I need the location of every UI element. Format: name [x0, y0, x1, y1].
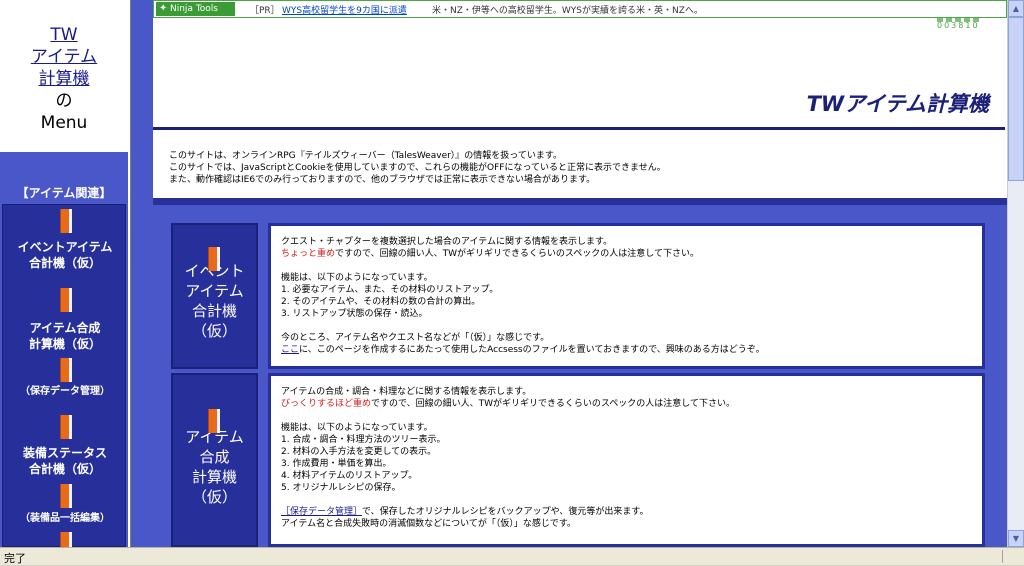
- menu-item-equipment-bulk-edit[interactable]: （装備品一括編集）: [3, 511, 127, 527]
- card-text: ですので、回線の細い人、TWがギリギリできるくらいのスペックの人は注意して下さい…: [371, 399, 735, 409]
- ad-description: 米・NZ・伊等への高校留学生。WYSが実績を誇る米・英・NZへ。: [432, 6, 703, 16]
- status-text: 完了: [4, 552, 26, 565]
- tool-card-item-synthesis: アイテム 合成 計算機 （仮） アイテムの合成・調合・料理などに関する情報を表示…: [171, 373, 988, 547]
- card-description: アイテムの合成・調合・料理などに関する情報を表示します。 びっくりするほど重めで…: [268, 373, 985, 547]
- page-header: ✦ Ninja Tools ［PR］ WYS高校留学生を9カ国に派遣 米・NZ・…: [153, 0, 1007, 205]
- card-label-line: 合成: [199, 448, 230, 466]
- site-notice: このサイトは、オンラインRPG『テイルズウィーバー（TalesWeaver）』の…: [169, 150, 666, 186]
- card-description: クエスト・チャプターを複数選択した場合のアイテムに関する情報を表示します。 ちょ…: [268, 223, 985, 369]
- menu-title-line-3[interactable]: 計算機: [0, 68, 128, 90]
- warning-text: ちょっと重め: [281, 249, 336, 259]
- bar-icon: [60, 415, 72, 439]
- feature-item: 1. 必要なアイテム、また、その材料のリストアップ。: [281, 285, 499, 295]
- menu-title-line-4: の: [55, 91, 73, 111]
- menu-item-line: イベントアイテム: [17, 240, 113, 254]
- card-text: で、保存したオリジナルレシピをバックアップや、復元等が出来ます。: [362, 507, 649, 517]
- card-text: アイテムの合成・調合・料理などに関する情報を表示します。: [281, 387, 532, 397]
- page-title: TWアイテム計算機: [806, 92, 989, 116]
- ninja-tools-badge[interactable]: ✦ Ninja Tools: [156, 2, 235, 16]
- title-divider: [153, 127, 1005, 130]
- card-text: びっくりするほど重めですので、回線の細い人、TWがギリギリできるくらいのスペック…: [281, 398, 972, 410]
- card-text: クエスト・チャプターを複数選択した場合のアイテムに関する情報を表示します。: [281, 237, 613, 247]
- ninja-tools-label: Ninja Tools: [170, 4, 218, 14]
- card-text: 機能は、以下のようになっています。: [281, 423, 433, 433]
- card-label-line: （仮）: [191, 488, 237, 506]
- status-bar: 完了: [0, 547, 1024, 565]
- menu-item-equipment-status-calculator[interactable]: 装備ステータス 合計機（仮）: [3, 445, 127, 477]
- ad-link[interactable]: WYS高校留学生を9カ国に派遣: [282, 3, 407, 16]
- menu-title-line-5: Menu: [40, 113, 88, 133]
- counter-digits: 003810: [937, 21, 980, 30]
- menu-area: 【アイテム関連】 イベントアイテム 合計機（仮） アイテム合成 計算機（仮） （…: [0, 152, 128, 547]
- card-label-line: アイテム: [185, 282, 244, 300]
- card-text: に、このページを作成するにあたって使用したAccsessのファイルを置いておきま…: [299, 345, 765, 355]
- feature-item: 2. 材料の入手方法を変更しての表示。: [281, 447, 437, 457]
- scroll-down-button[interactable]: ▼: [1008, 530, 1024, 547]
- card-label-item-synthesis[interactable]: アイテム 合成 計算機 （仮）: [171, 373, 258, 547]
- menu-item-item-synthesis-calculator[interactable]: アイテム合成 計算機（仮）: [3, 320, 127, 352]
- ninja-star-icon: ✦: [159, 3, 168, 14]
- tool-card-event-item: イベント アイテム 合計機 （仮） クエスト・チャプターを複数選択した場合のアイ…: [171, 223, 988, 369]
- card-text: ここに、このページを作成するにあたって使用したAccsessのファイルを置いてお…: [281, 344, 972, 356]
- card-text: 機能は、以下のようになっています。: [281, 273, 433, 283]
- menu-item-line: 計算機（仮）: [28, 337, 101, 351]
- menu-title-line-2[interactable]: アイテム: [0, 46, 128, 68]
- menu-item-line: 装備ステータス: [22, 446, 107, 460]
- bar-icon: [60, 209, 72, 233]
- access-counter: 003810: [937, 18, 989, 30]
- menu-item-line: アイテム合成: [29, 321, 101, 335]
- card-label-line: 計算機: [191, 468, 237, 486]
- feature-item: 2. そのアイテムや、その材料の数の合計の算出。: [281, 297, 481, 307]
- warning-text: びっくりするほど重め: [281, 399, 372, 409]
- scroll-up-button[interactable]: ▲: [1008, 0, 1024, 17]
- save-data-link[interactable]: ［保存データ管理］: [281, 507, 362, 517]
- menu-item-line: 合計機（仮）: [28, 462, 101, 476]
- ad-pr-label: ［PR］: [250, 6, 280, 16]
- menu-item-save-data-management[interactable]: （保存データ管理）: [3, 384, 127, 400]
- menu-title-line-1[interactable]: TW: [0, 24, 128, 46]
- menu-item-event-item-calculator[interactable]: イベントアイテム 合計機（仮）: [3, 239, 127, 271]
- card-label-line: 合計機: [191, 302, 237, 320]
- bar-icon: [208, 409, 220, 433]
- main-scrollbar[interactable]: ▲ ▼: [1007, 0, 1024, 547]
- menu-frame: TW アイテム 計算機 の Menu 【アイテム関連】 イベントアイテム 合計機…: [0, 0, 131, 547]
- header-divider: [153, 198, 1007, 205]
- card-label-line: （仮）: [191, 322, 237, 340]
- main-frame: ✦ Ninja Tools ［PR］ WYS高校留学生を9カ国に派遣 米・NZ・…: [131, 0, 1007, 547]
- bar-icon: [60, 484, 72, 508]
- card-text: アイテム名と合成失敗時の消滅個数などについてが「（仮）」な感じです。: [281, 519, 576, 529]
- menu-title-block: TW アイテム 計算機 の Menu: [0, 0, 128, 152]
- feature-item: 3. 作成費用・単価を算出。: [281, 459, 392, 469]
- ad-bar: ✦ Ninja Tools ［PR］ WYS高校留学生を9カ国に派遣 米・NZ・…: [153, 0, 1007, 18]
- status-separator: [1002, 550, 1003, 563]
- feature-item: 3. リストアップ状態の保存・読込。: [281, 309, 428, 319]
- card-text: ちょっと重めですので、回線の細い人、TWがギリギリできるくらいのスペックの人は注…: [281, 248, 972, 260]
- feature-item: 4. 材料アイテムのリストアップ。: [281, 471, 418, 481]
- menu-item-line: （装備品一括編集）: [20, 513, 110, 524]
- card-text: ですので、回線の細い人、TWがギリギリできるくらいのスペックの人は注意して下さい…: [335, 249, 699, 259]
- scroll-thumb[interactable]: [1008, 17, 1024, 181]
- notice-line: このサイトは、オンラインRPG『テイルズウィーバー（TalesWeaver）』の…: [169, 151, 562, 161]
- bar-icon: [60, 532, 72, 547]
- feature-item: 5. オリジナルレシピの保存。: [281, 483, 401, 493]
- feature-item: 1. 合成・調合・料理方法のツリー表示。: [281, 435, 446, 445]
- menu-panel: イベントアイテム 合計機（仮） アイテム合成 計算機（仮） （保存データ管理） …: [2, 204, 126, 547]
- bar-icon: [208, 247, 220, 271]
- notice-line: このサイトでは、JavaScriptとCookieを使用していますので、これらの…: [169, 163, 666, 173]
- bar-icon: [60, 288, 72, 312]
- menu-item-line: （保存データ管理）: [20, 386, 110, 397]
- card-label-event-item[interactable]: イベント アイテム 合計機 （仮）: [171, 223, 258, 369]
- menu-item-line: 合計機（仮）: [28, 256, 101, 270]
- download-link[interactable]: ここ: [281, 345, 299, 355]
- notice-line: また、動作確認はIE6でのみ行っておりますので、他のブラウザでは正常に表示できな…: [169, 175, 596, 185]
- bar-icon: [60, 358, 72, 382]
- card-text: 今のところ、アイテム名やクエスト名などが「（仮）」な感じです。: [281, 333, 550, 343]
- category-header: 【アイテム関連】: [16, 186, 112, 200]
- card-text: ［保存データ管理］で、保存したオリジナルレシピをバックアップや、復元等が出来ます…: [281, 506, 972, 518]
